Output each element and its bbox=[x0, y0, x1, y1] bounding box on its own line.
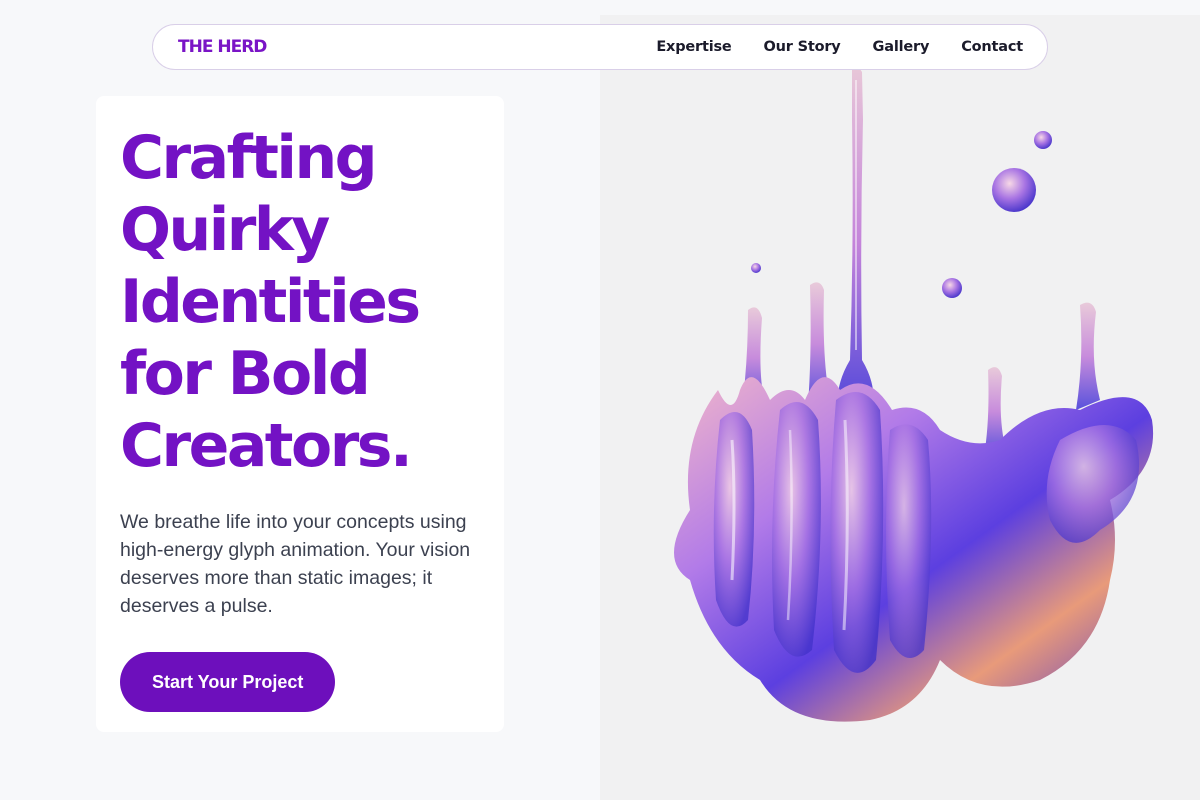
nav-link-our-story[interactable]: Our Story bbox=[764, 39, 841, 55]
hero-description: We breathe life into your concepts using… bbox=[120, 511, 471, 617]
nav-link-expertise[interactable]: Expertise bbox=[656, 39, 731, 55]
hero-headline: Crafting Quirky Identities for Bold Crea… bbox=[120, 122, 480, 482]
start-project-button[interactable]: Start Your Project bbox=[120, 652, 336, 712]
top-navbar: THE HERD Expertise Our Story Gallery Con… bbox=[152, 24, 1048, 70]
nav-link-contact[interactable]: Contact bbox=[961, 39, 1023, 55]
headline-line: for Bold bbox=[120, 339, 371, 409]
nav-links: Expertise Our Story Gallery Contact bbox=[656, 39, 1023, 55]
headline-line: Identities bbox=[120, 267, 421, 337]
brand-logo[interactable]: THE HERD bbox=[178, 37, 267, 57]
liquid-splash-illustration bbox=[674, 67, 1154, 722]
headline-line: Creators. bbox=[120, 411, 413, 481]
hero-card: Crafting Quirky Identities for Bold Crea… bbox=[96, 96, 504, 732]
headline-line: Crafting bbox=[120, 123, 378, 193]
headline-line: Quirky bbox=[120, 195, 330, 265]
nav-link-gallery[interactable]: Gallery bbox=[873, 39, 930, 55]
